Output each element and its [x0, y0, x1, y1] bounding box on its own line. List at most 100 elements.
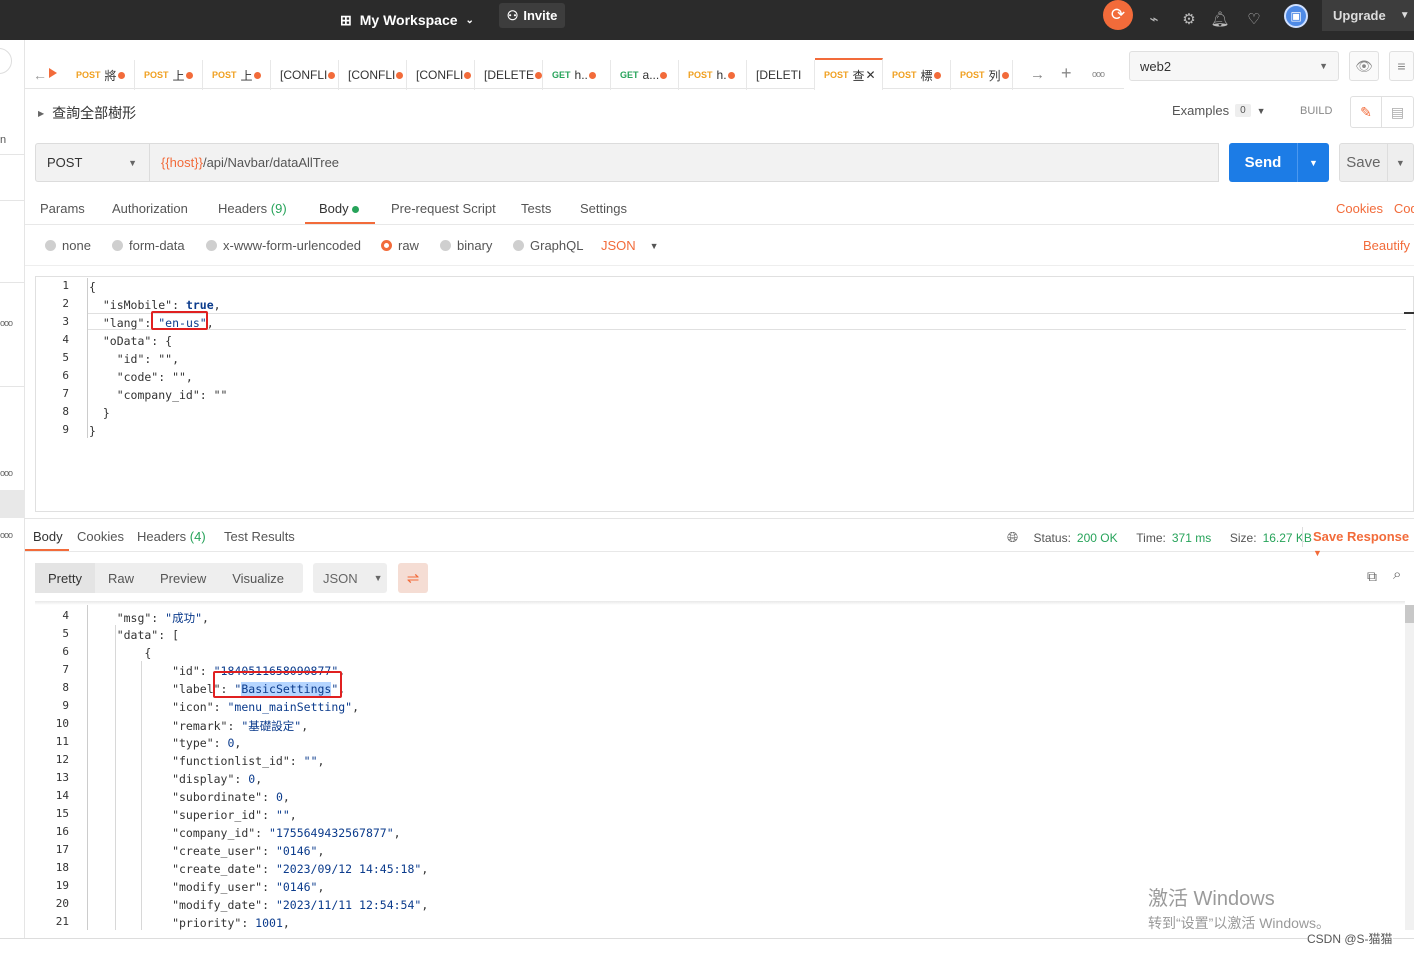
search-icon[interactable]: ⌕ — [1393, 566, 1401, 583]
request-tab[interactable]: POST 上 — [203, 60, 271, 90]
workspace-name: My Workspace — [359, 12, 458, 28]
comment-icon[interactable]: ▤ — [1382, 97, 1413, 127]
tab-prerequest[interactable]: Pre-request Script — [391, 201, 496, 216]
tab-method: GET — [620, 70, 639, 80]
format-pretty[interactable]: Pretty — [35, 563, 95, 593]
radio-urlencoded[interactable]: x-www-form-urlencoded — [206, 238, 361, 253]
tab-label: 上 — [172, 68, 185, 83]
wrap-lines-icon[interactable]: ⇌ — [398, 563, 428, 593]
code-line: "modify_user": "0146", — [89, 880, 325, 894]
sidebar-item-selected[interactable] — [0, 490, 25, 518]
request-tab[interactable]: POST 查 ✕ — [815, 58, 883, 90]
bell-icon[interactable]: 🔔︎ — [1207, 6, 1233, 32]
radio-binary[interactable]: binary — [440, 238, 492, 253]
pane-divider[interactable] — [25, 518, 1414, 519]
gear-icon[interactable]: ⚙ — [1176, 6, 1202, 32]
caret-down-icon: ▼ — [1319, 61, 1328, 71]
line-number: 6 — [62, 369, 69, 382]
request-title[interactable]: ▶ 查詢全部樹形 — [38, 103, 136, 123]
method-select[interactable]: POST ▼ — [35, 143, 150, 182]
code-line: "remark": "基礎設定", — [89, 719, 309, 733]
tab-settings[interactable]: Settings — [580, 201, 627, 216]
tab-label: 上 — [240, 68, 253, 83]
tab-tests[interactable]: Tests — [521, 201, 551, 216]
tab-params[interactable]: Params — [40, 201, 85, 216]
close-icon[interactable]: ✕ — [866, 68, 876, 82]
examples-dropdown[interactable]: Examples 0 ▼ — [1172, 103, 1266, 118]
code-line: { — [89, 646, 152, 660]
response-language-select[interactable]: JSON ▼ — [313, 563, 387, 593]
tab-body[interactable]: Body — [319, 201, 360, 216]
save-response-button[interactable]: Save Response ▼ — [1313, 529, 1414, 559]
more-icon[interactable]: ooo — [0, 468, 13, 478]
radio-raw[interactable]: raw — [381, 238, 419, 253]
format-raw[interactable]: Raw — [95, 571, 147, 586]
cookies-link[interactable]: Cookies — [1336, 201, 1383, 216]
tab-response-body[interactable]: Body — [33, 529, 63, 544]
url-input[interactable]: {{host}}/api/Navbar/dataAllTree — [150, 143, 1219, 182]
sync-icon[interactable]: ⟳ — [1103, 0, 1133, 30]
request-tab[interactable]: [CONFLI — [407, 60, 475, 90]
request-tab[interactable]: GET h.. — [543, 60, 611, 90]
sidebar-item[interactable]: n — [0, 134, 6, 146]
code-line: "display": 0, — [89, 772, 263, 786]
line-number: 20 — [55, 897, 69, 910]
request-tab[interactable]: POST 標 — [883, 60, 951, 90]
radio-none[interactable]: none — [45, 238, 91, 253]
save-button[interactable]: Save ▼ — [1339, 143, 1414, 182]
tab-headers[interactable]: Headers (9) — [218, 201, 287, 216]
satellite-icon[interactable]: ⌁ — [1141, 6, 1167, 32]
code-link[interactable]: Code — [1394, 201, 1414, 216]
tab-method: POST — [688, 70, 713, 80]
tab-response-headers[interactable]: Headers (4) — [137, 529, 206, 544]
send-options-icon[interactable]: ▼ — [1297, 143, 1329, 182]
request-tab[interactable]: POST h. — [679, 60, 747, 90]
request-tab[interactable]: [DELETE — [475, 60, 543, 90]
tab-response-cookies[interactable]: Cookies — [77, 529, 124, 544]
copy-icon[interactable]: ⧉ — [1367, 568, 1377, 585]
response-scrollbar[interactable] — [1405, 605, 1414, 930]
code-line: "create_date": "2023/09/12 14:45:18", — [89, 862, 429, 876]
request-tab[interactable]: GET a... — [611, 60, 679, 90]
tab-method: POST — [824, 70, 849, 80]
pencil-icon[interactable]: ✎ — [1351, 97, 1383, 127]
radio-graphql[interactable]: GraphQL — [513, 238, 583, 253]
send-button[interactable]: Send ▼ — [1229, 143, 1329, 182]
credit-watermark: CSDN @S-猫猫 — [1307, 930, 1393, 947]
more-icon[interactable]: ooo — [0, 318, 13, 328]
tab-more-icon[interactable]: ooo — [1092, 69, 1105, 79]
new-tab-icon[interactable]: + — [1061, 63, 1072, 84]
request-tab[interactable]: POST 將 — [67, 60, 135, 90]
radio-form-data[interactable]: form-data — [112, 238, 185, 253]
upgrade-button[interactable]: Upgrade ▼ — [1322, 0, 1414, 31]
format-preview[interactable]: Preview — [147, 571, 219, 586]
tab-test-results[interactable]: Test Results — [224, 529, 295, 544]
invite-button[interactable]: ⚇ Invite — [499, 3, 565, 28]
heart-icon[interactable]: ♡ — [1241, 6, 1267, 32]
request-body-editor[interactable] — [35, 276, 1414, 512]
eye-icon[interactable]: 👁︎ — [1349, 51, 1379, 81]
settings-sliders-icon[interactable]: ≡ — [1389, 51, 1414, 81]
tab-authorization[interactable]: Authorization — [112, 201, 188, 216]
request-tab[interactable]: POST 上 — [135, 60, 203, 90]
avatar[interactable]: ▣ — [1284, 4, 1308, 28]
environment-select[interactable]: web2 ▼ — [1129, 51, 1339, 81]
scrollbar-thumb[interactable] — [1405, 605, 1414, 623]
line-number: 4 — [62, 333, 69, 346]
body-language-select[interactable]: JSON ▼ — [601, 238, 659, 253]
tab-scroll-left-icon[interactable]: ← — [33, 67, 47, 83]
request-tab[interactable]: [DELETI — [747, 60, 815, 90]
format-visualize[interactable]: Visualize — [219, 571, 297, 586]
tab-scroll-right-icon[interactable]: → — [1030, 66, 1045, 83]
tab-label: a... — [642, 68, 660, 82]
globe-icon[interactable]: 🌐︎ — [1007, 529, 1018, 546]
tab-label: 將 — [104, 68, 117, 83]
line-number: 12 — [55, 753, 69, 766]
workspace-switcher[interactable]: ⊞ My Workspace ⌄ — [340, 7, 474, 33]
save-options-icon[interactable]: ▼ — [1386, 144, 1413, 181]
request-tab[interactable]: [CONFLI — [271, 60, 339, 90]
request-tab[interactable]: POST 列 — [951, 60, 1013, 90]
beautify-button[interactable]: Beautify — [1363, 238, 1410, 253]
more-icon[interactable]: ooo — [0, 530, 13, 540]
request-tab[interactable]: [CONFLI — [339, 60, 407, 90]
